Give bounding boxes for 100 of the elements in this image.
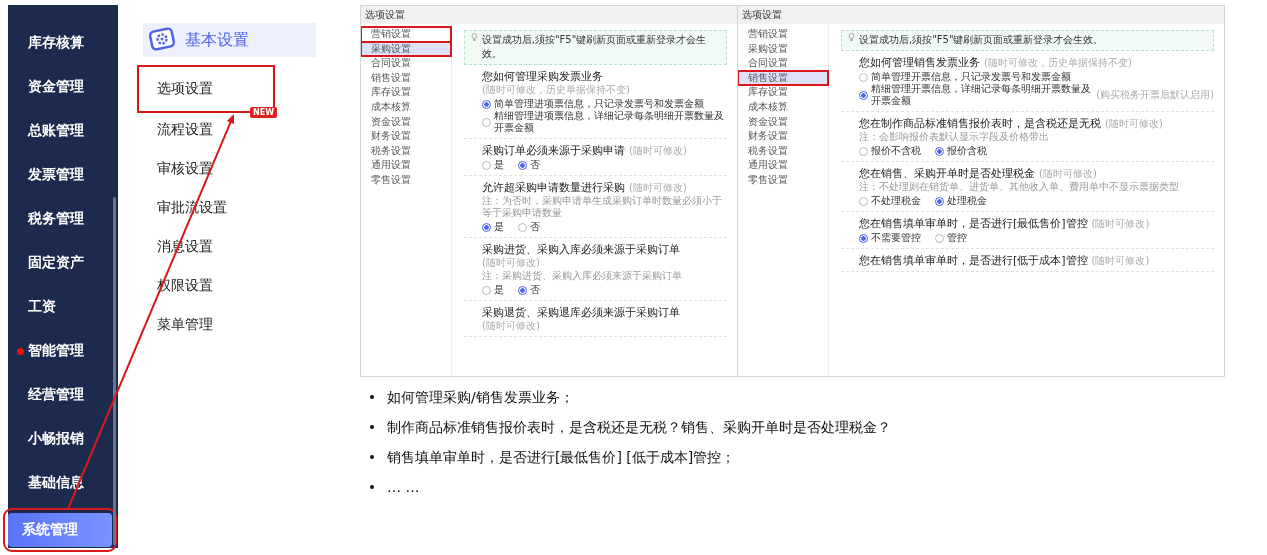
setting-question: 采购退货、采购退库必须来源于采购订单 <box>482 306 680 319</box>
notice-text: 设置成功后,须按"F5"键刷新页面或重新登录才会生效。 <box>481 33 708 61</box>
radio-button[interactable] <box>935 196 944 206</box>
radio-button[interactable] <box>859 72 868 82</box>
setting-question: 采购订单必须来源于采购申请 <box>482 144 625 157</box>
bullet-icon <box>370 395 374 399</box>
nav-item[interactable]: 固定资产 <box>8 241 118 285</box>
setting-hint: (随时可修改) <box>482 319 540 332</box>
radio-button[interactable] <box>518 222 527 232</box>
bullet-text: 制作商品标准销售报价表时，是含税还是无税？销售、采购开单时是否处理税金？ <box>387 418 891 437</box>
lightbulb-icon <box>471 33 478 42</box>
nav-item[interactable]: 资金管理 <box>8 65 118 109</box>
option-label: 不处理税金 <box>871 195 921 207</box>
radio-button[interactable] <box>935 146 944 156</box>
option-label: 是 <box>494 159 504 171</box>
bullet-icon <box>370 425 374 429</box>
setting-question: 允许超采购申请数量进行采购 <box>482 181 625 194</box>
settings-menu-item[interactable]: 通用设置 <box>361 158 451 173</box>
notice-text: 设置成功后,须按"F5"键刷新页面或重新登录才会生效。 <box>859 33 1104 47</box>
setting-hint: (随时可修改) <box>629 181 687 194</box>
gear-card-icon <box>147 26 177 54</box>
setting-question: 您在制作商品标准销售报价表时，是含税还是无税 <box>859 117 1101 130</box>
settings-menu-item[interactable]: 零售设置 <box>361 172 451 188</box>
settings-menu-item[interactable]: 采购设置 <box>361 41 451 57</box>
setting-question: 您如何管理采购发票业务 <box>482 70 603 83</box>
option-label: 简单管理进项票信息，只记录发票号和发票金额 <box>494 98 704 110</box>
scrollbar[interactable] <box>113 197 116 545</box>
option-label: 报价含税 <box>947 145 987 157</box>
option-label: 否 <box>530 159 540 171</box>
bullet-text: 销售填单审单时，是否进行[最低售价] [低于成本]管控； <box>387 448 736 467</box>
settings-menu-item[interactable]: 财务设置 <box>361 129 451 144</box>
option-label: 精细管理开票信息，详细记录每条明细开票数量及开票金额 <box>871 83 1092 107</box>
option-label: 精细管理进项票信息，详细记录每条明细开票数量及开票金额 <box>494 110 725 134</box>
nav-item[interactable]: 总账管理 <box>8 109 118 153</box>
panel-title: 选项设置 <box>738 6 1224 24</box>
settings-menu-item[interactable]: 税务设置 <box>738 143 828 159</box>
settings-menu-item[interactable]: 营销设置 <box>361 27 451 42</box>
setting-note: 注：采购进货、采购入库必须来源于采购订单 <box>482 270 683 282</box>
setting-note: 注：不处理则在销货单、进货单、其他收入单、费用单中不显示票据类型 <box>859 181 1180 193</box>
option-label: 是 <box>494 221 504 233</box>
setting-hint: (随时可修改，历史单据保持不变) <box>984 56 1132 69</box>
option-label: 不需要管控 <box>871 232 921 244</box>
submenu-item[interactable]: 菜单管理 <box>157 305 213 344</box>
nav-item[interactable]: 工资 <box>8 285 118 329</box>
settings-menu-item[interactable]: 库存设置 <box>738 85 828 100</box>
notification-dot <box>17 347 24 355</box>
nav-item[interactable]: 税务管理 <box>8 197 118 241</box>
nav-item[interactable]: 小畅报销 <box>8 417 118 461</box>
setting-hint: (随时可修改) <box>1091 217 1150 230</box>
radio-button[interactable] <box>482 160 491 170</box>
setting-question: 采购进货、采购入库必须来源于采购订单 <box>482 243 680 256</box>
nav-item[interactable]: 发票管理 <box>8 153 118 197</box>
settings-menu-item[interactable]: 资金设置 <box>738 114 828 130</box>
radio-button[interactable] <box>859 196 868 206</box>
bullet-text: 如何管理采购/销售发票业务； <box>387 388 574 407</box>
option-label: 处理税金 <box>947 195 987 207</box>
nav-item[interactable]: 经营管理 <box>8 373 118 417</box>
setting-note: 注：为否时，采购申请单生成采购订单时数量必须小于等于采购申请数量 <box>482 195 723 219</box>
option-label: 是 <box>494 284 504 296</box>
lightbulb-icon <box>848 33 855 42</box>
option-hint: (购买税务开票后默认启用) <box>1096 89 1214 101</box>
settings-menu-item[interactable]: 采购设置 <box>738 41 828 57</box>
settings-menu-item[interactable]: 资金设置 <box>361 114 451 130</box>
settings-menu-item[interactable]: 销售设置 <box>361 70 451 86</box>
radio-button[interactable] <box>518 285 527 295</box>
settings-menu-item[interactable]: 成本核算 <box>738 99 828 115</box>
settings-menu-item[interactable]: 成本核算 <box>361 99 451 115</box>
setting-note: 注：会影响报价表默认显示字段及价格带出 <box>859 131 1050 143</box>
radio-button[interactable] <box>935 233 944 243</box>
bullet-icon <box>370 455 374 459</box>
bullet-icon <box>370 485 374 489</box>
radio-button[interactable] <box>859 146 868 156</box>
panel-title: 选项设置 <box>361 6 737 24</box>
settings-menu-item[interactable]: 营销设置 <box>738 27 828 42</box>
settings-menu-item[interactable]: 合同设置 <box>361 56 451 71</box>
settings-menu-item[interactable]: 合同设置 <box>738 56 828 71</box>
setting-question: 您在销售填单审单时，是否进行[最低售价]管控 <box>859 217 1088 230</box>
radio-button[interactable] <box>518 160 527 170</box>
setting-question: 您在销售、采购开单时是否处理税金 <box>859 167 1035 180</box>
radio-button[interactable] <box>482 99 491 109</box>
radio-button[interactable] <box>482 222 491 232</box>
settings-menu-item[interactable]: 零售设置 <box>738 172 828 188</box>
radio-button[interactable] <box>859 233 868 243</box>
option-label: 报价不含税 <box>871 145 921 157</box>
setting-question: 您如何管理销售发票业务 <box>859 56 980 69</box>
settings-menu-item[interactable]: 财务设置 <box>738 129 828 144</box>
nav-item[interactable]: 智能管理 <box>8 329 118 373</box>
setting-hint: (随时可修改) <box>629 144 687 157</box>
nav-item[interactable]: 库存核算 <box>8 21 118 65</box>
option-label: 否 <box>530 284 540 296</box>
option-label: 管控 <box>947 232 967 244</box>
settings-menu-item[interactable]: 税务设置 <box>361 143 451 159</box>
radio-button[interactable] <box>482 285 491 295</box>
settings-menu-item[interactable]: 通用设置 <box>738 158 828 173</box>
radio-button[interactable] <box>482 117 491 127</box>
settings-menu-item[interactable]: 销售设置 <box>738 70 828 86</box>
setting-hint: (随时可修改) <box>1105 117 1163 130</box>
new-badge: NEW <box>250 107 277 118</box>
settings-menu-item[interactable]: 库存设置 <box>361 85 451 100</box>
radio-button[interactable] <box>859 90 868 100</box>
